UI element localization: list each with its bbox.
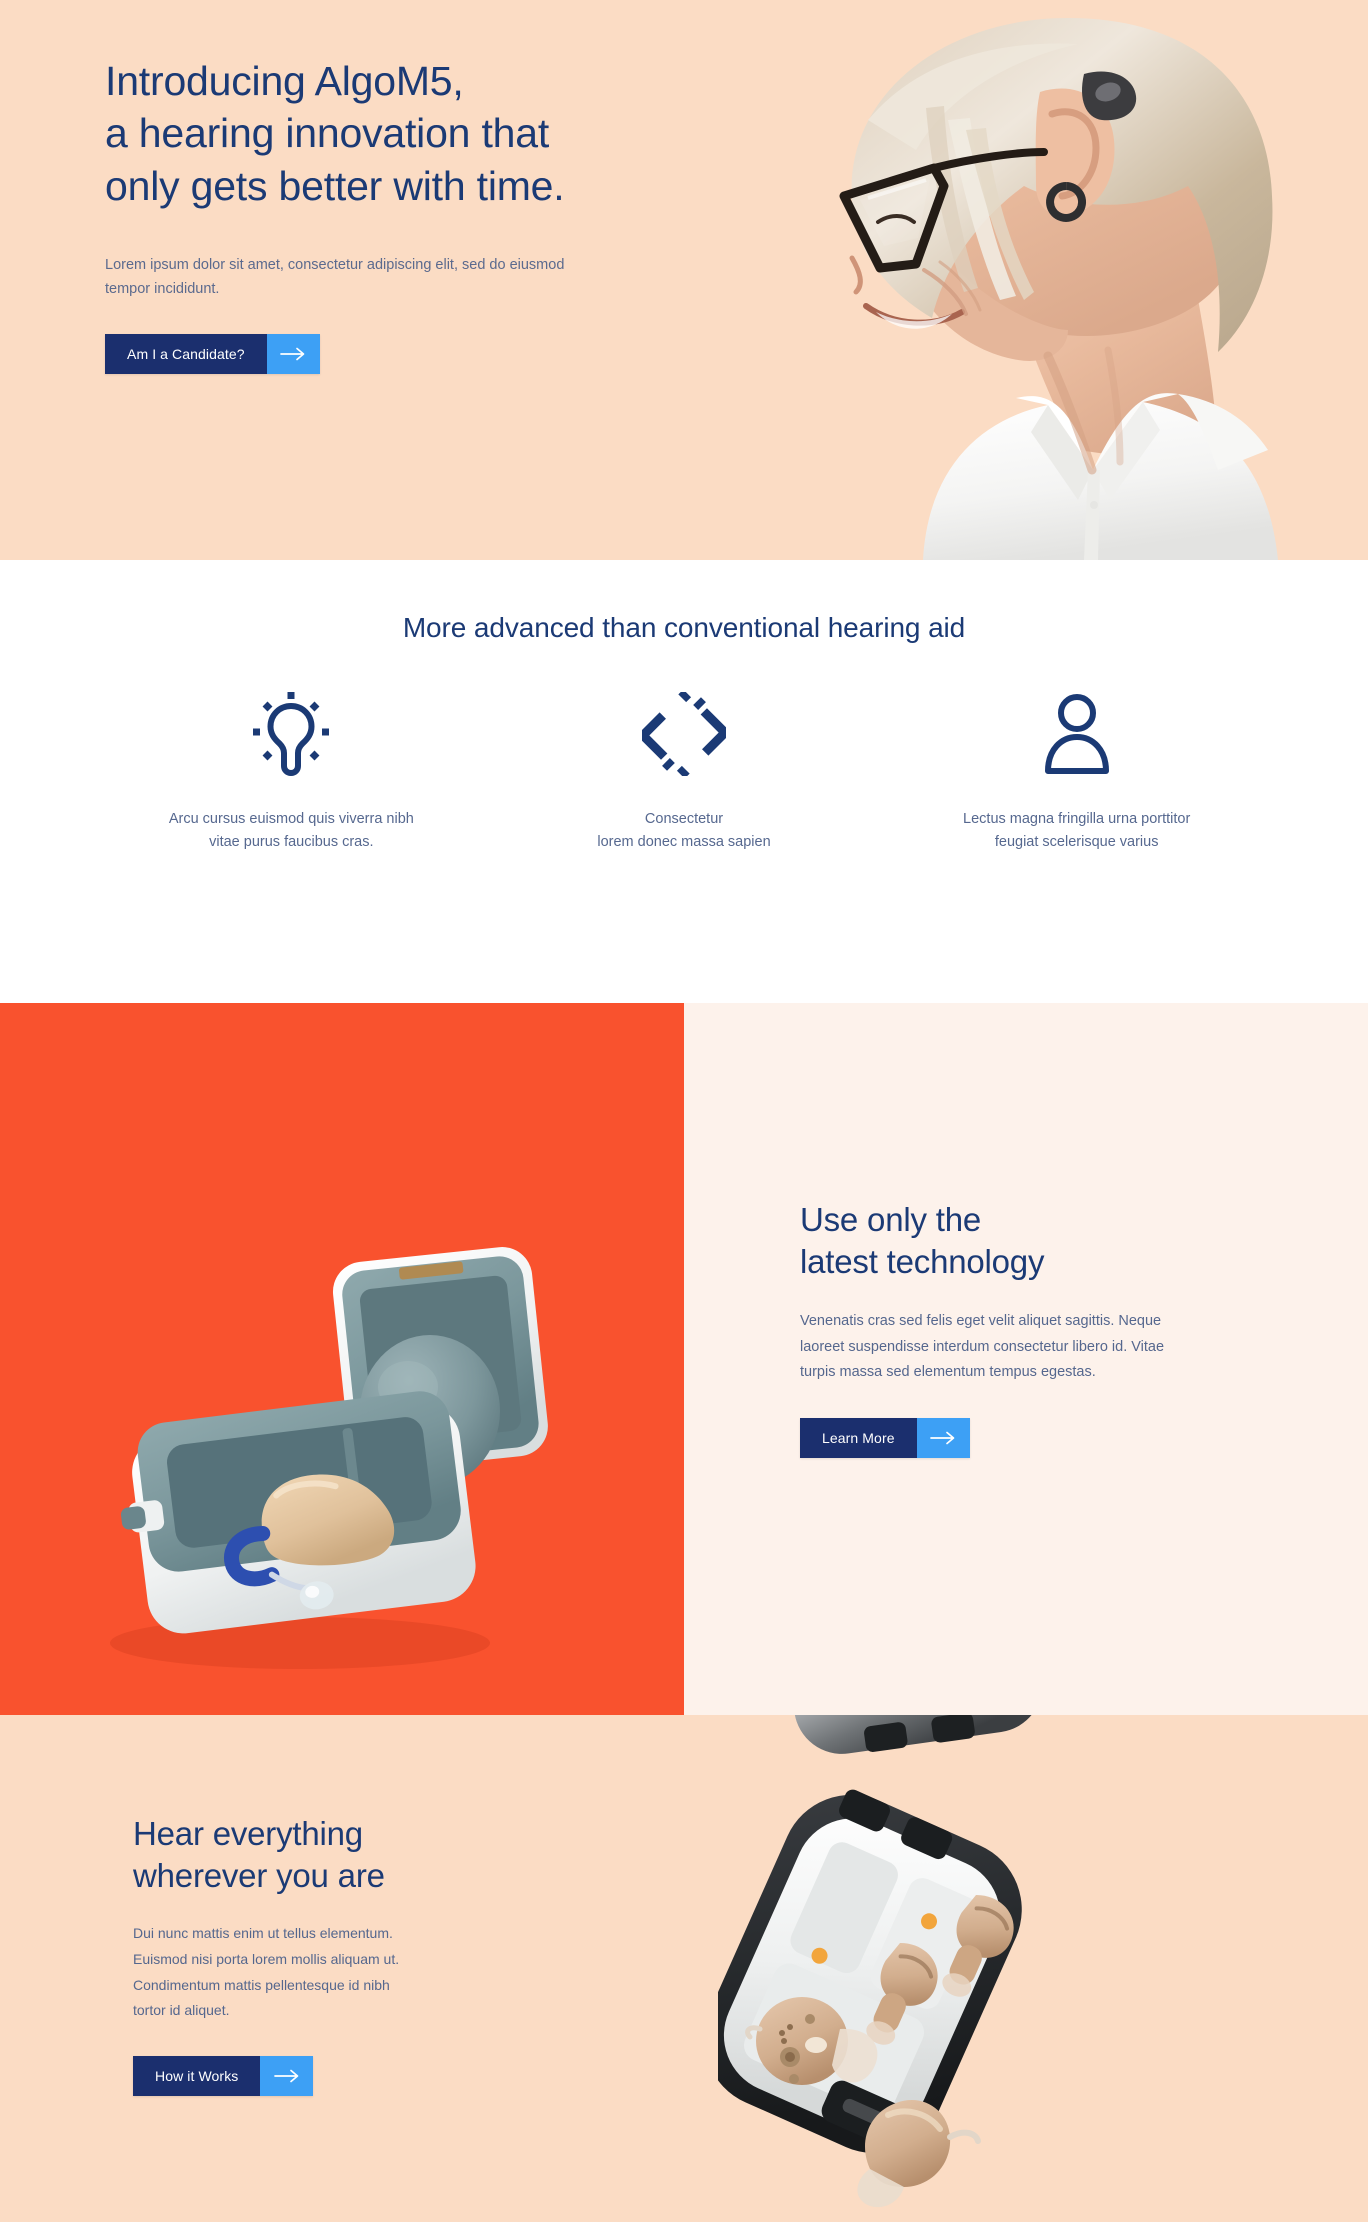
how-it-works-button-label: How it Works (133, 2056, 261, 2097)
feature-item-idea-text: Arcu cursus euismod quis viverra nibh vi… (168, 811, 414, 851)
learn-more-button[interactable]: Learn More (800, 1418, 970, 1459)
hero-subtitle: Lorem ipsum dolor sit amet, consectetur … (105, 257, 565, 298)
am-i-a-candidate-button[interactable]: Am I a Candidate? (105, 334, 320, 375)
lightbulb-idea-icon (253, 688, 330, 780)
technology-copy: Use only the latest technology Venenatis… (684, 1003, 1368, 1715)
feature-item-connect-text: Consectetur lorem donec massa sapien (597, 811, 771, 851)
hear-section: Hear everything wherever you are Dui nun… (0, 1715, 1368, 2222)
feature-item-person-text: Lectus magna fringilla urna porttitor fe… (963, 811, 1191, 851)
technology-body: Venenatis cras sed felis eget velit aliq… (800, 1312, 1165, 1381)
feature-item-connect: Consectetur lorem donec massa sapien (488, 688, 881, 855)
sparkle-connect-icon (642, 688, 726, 780)
feature-item-person: Lectus magna fringilla urna porttitor fe… (880, 688, 1273, 855)
arrow-right-icon (260, 2056, 314, 2097)
how-it-works-button[interactable]: How it Works (133, 2056, 314, 2097)
landing-page: Introducing AlgoM5, a hearing innovation… (0, 0, 1368, 2222)
hero-title: Introducing AlgoM5, a hearing innovation… (105, 58, 565, 209)
technology-section: Use only the latest technology Venenatis… (0, 1003, 1368, 1715)
feature-item-idea: Arcu cursus euismod quis viverra nibh vi… (95, 688, 488, 855)
hero-image (748, 0, 1368, 560)
arrow-right-icon (266, 334, 320, 375)
features-title: More advanced than conventional hearing … (402, 612, 966, 643)
person-user-icon (1039, 688, 1115, 780)
hero-copy: Introducing AlgoM5, a hearing innovation… (105, 55, 725, 375)
features-section: More advanced than conventional hearing … (0, 560, 1368, 1003)
hear-body: Dui nunc mattis enim ut tellus elementum… (133, 1924, 400, 2019)
technology-image (0, 1003, 684, 1715)
hear-image (703, 1715, 1318, 2222)
learn-more-button-label: Learn More (800, 1418, 917, 1459)
hear-heading: Hear everything wherever you are (133, 1815, 385, 1894)
hear-copy: Hear everything wherever you are Dui nun… (133, 1813, 603, 2097)
technology-heading: Use only the latest technology (800, 1201, 1045, 1280)
arrow-right-icon (916, 1418, 970, 1459)
feature-list: Arcu cursus euismod quis viverra nibh vi… (0, 688, 1368, 855)
hero-section: Introducing AlgoM5, a hearing innovation… (0, 0, 1368, 560)
am-i-a-candidate-button-label: Am I a Candidate? (105, 334, 267, 375)
